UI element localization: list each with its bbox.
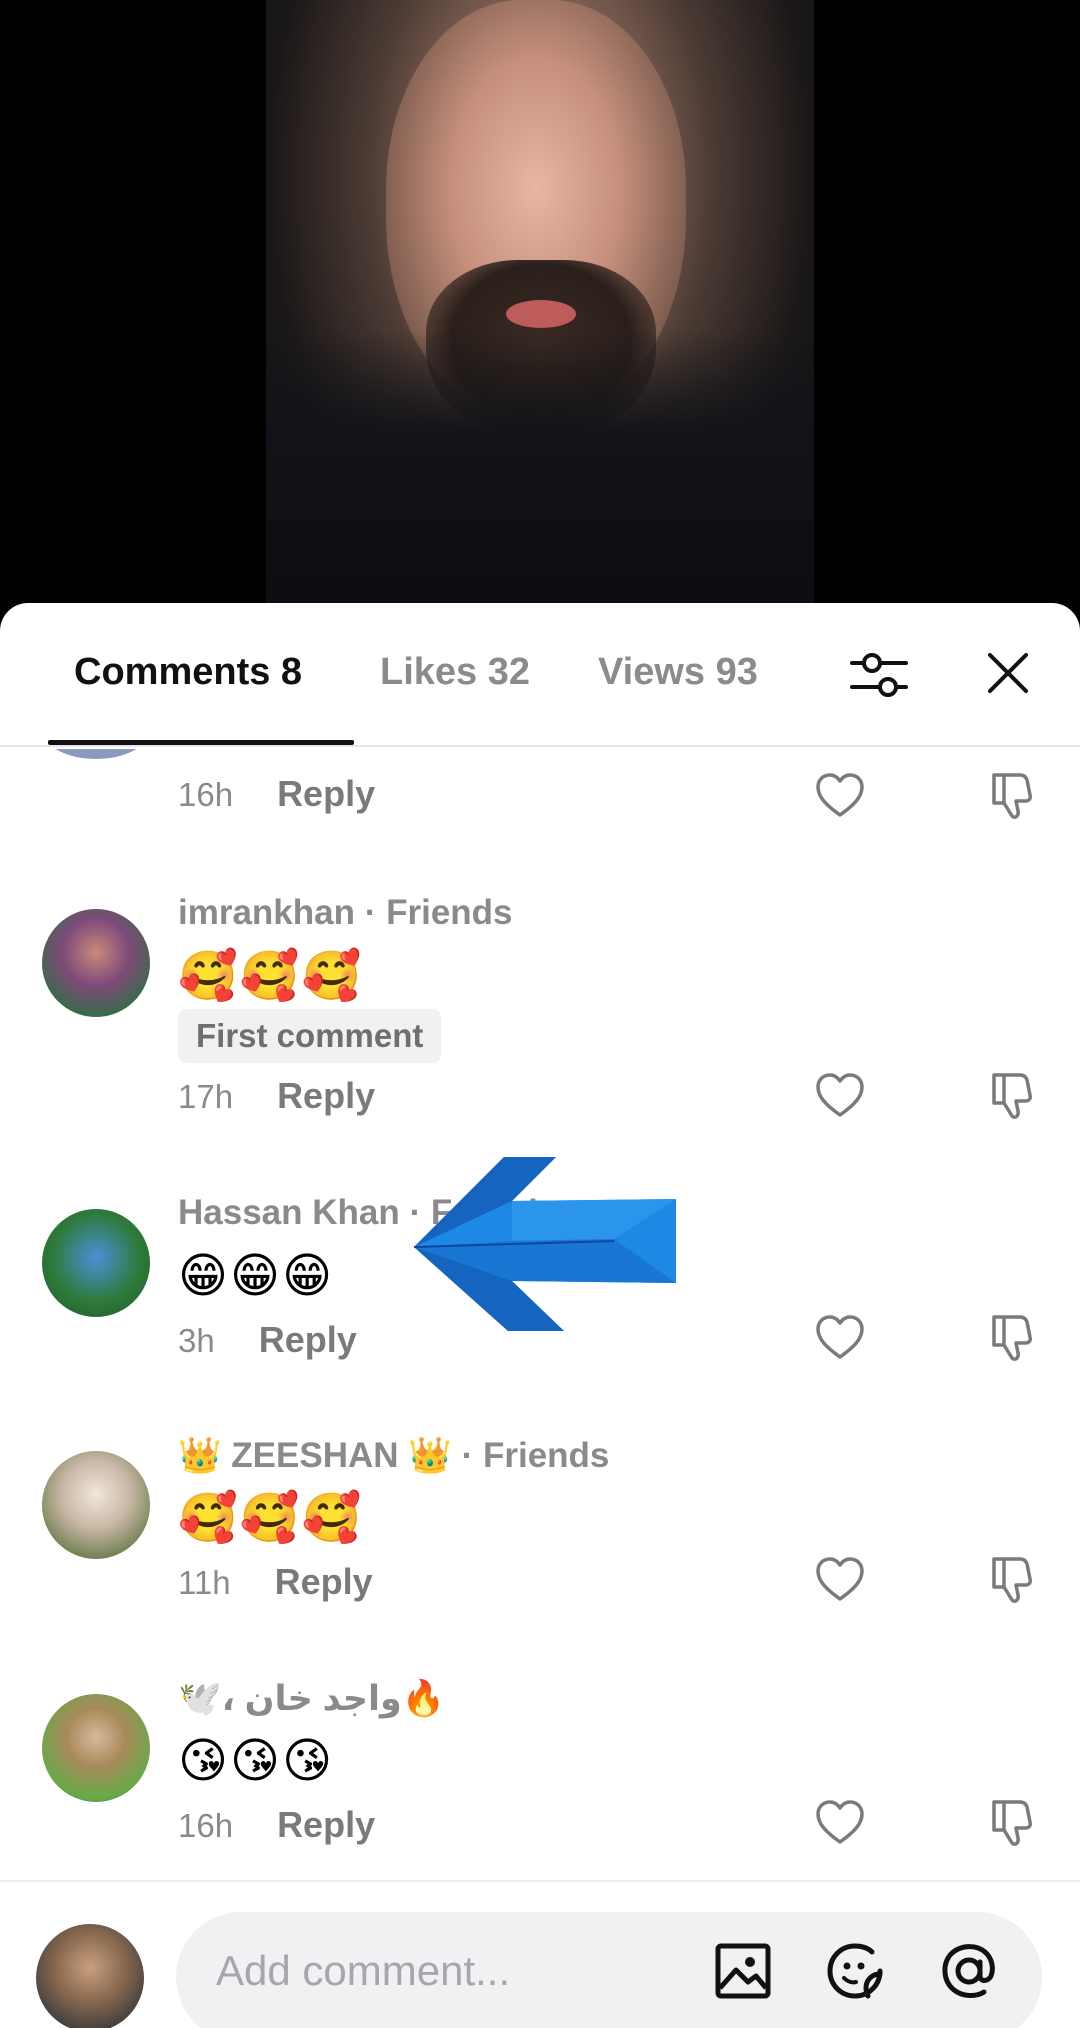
relation-label: · Friends	[364, 893, 513, 932]
comment-meta: 16h Reply	[178, 773, 375, 815]
heart-icon[interactable]	[814, 1313, 866, 1361]
video-shirt	[266, 330, 814, 620]
reply-button[interactable]: Reply	[277, 1804, 375, 1845]
username-text: 👑 ZEESHAN 👑	[178, 1436, 452, 1475]
comment-time: 16h	[178, 1807, 234, 1844]
image-icon[interactable]	[710, 1938, 776, 2004]
reply-button[interactable]: Reply	[275, 1561, 373, 1602]
reply-button[interactable]: Reply	[259, 1319, 357, 1360]
sticker-icon[interactable]	[822, 1938, 888, 2004]
comment-text: 😘😘😘	[178, 1735, 335, 1788]
comment-text: 😁😁😁	[178, 1250, 335, 1303]
dislike-icon[interactable]	[988, 771, 1040, 821]
comment-text: 🥰🥰🥰	[178, 1492, 364, 1545]
tab-likes[interactable]: Likes 32	[380, 651, 530, 694]
comment-meta: 17h Reply	[178, 1075, 375, 1117]
video-lips	[506, 300, 576, 328]
relation-label: · Friends	[461, 1436, 610, 1475]
reply-button[interactable]: Reply	[277, 773, 375, 814]
dislike-icon[interactable]	[988, 1555, 1040, 1605]
tab-views[interactable]: Views 93	[598, 651, 758, 694]
comment-time: 3h	[178, 1322, 215, 1359]
tab-bar: Comments 8 Likes 32 Views 93	[0, 603, 1080, 747]
comment-text: 🥰🥰🥰	[178, 950, 364, 1003]
comment-time: 17h	[178, 1078, 234, 1115]
first-comment-badge: First comment	[178, 1009, 442, 1063]
avatar[interactable]	[42, 1209, 150, 1317]
comment-username[interactable]: 🕊️، واجد خان🔥	[178, 1678, 445, 1719]
heart-icon[interactable]	[814, 1071, 866, 1119]
my-avatar	[36, 1924, 144, 2028]
close-icon[interactable]	[986, 651, 1030, 695]
heart-icon[interactable]	[814, 771, 866, 819]
comment-username[interactable]: imrankhan · Friends	[178, 893, 513, 933]
avatar[interactable]	[42, 909, 150, 1017]
heart-icon[interactable]	[814, 1555, 866, 1603]
video-frame	[266, 0, 814, 620]
mention-icon[interactable]	[936, 1938, 1002, 2004]
username-text: Hassan Khan	[178, 1193, 400, 1232]
tab-comments[interactable]: Comments 8	[74, 651, 302, 694]
avatar[interactable]	[42, 1451, 150, 1559]
comment-meta: 3h Reply	[178, 1319, 357, 1361]
comment-input-container[interactable]	[176, 1912, 1042, 2028]
comment-meta: 11h Reply	[178, 1561, 373, 1603]
username-text: imrankhan	[178, 893, 355, 932]
comment-time: 11h	[178, 1564, 231, 1601]
filter-icon[interactable]	[848, 647, 910, 703]
active-tab-indicator	[48, 740, 354, 745]
comment-meta: 16h Reply	[178, 1804, 375, 1846]
comment-input[interactable]	[216, 1936, 686, 2006]
comment-composer	[0, 1880, 1080, 2028]
comment-time: 16h	[178, 776, 234, 813]
dislike-icon[interactable]	[988, 1071, 1040, 1121]
dislike-icon[interactable]	[988, 1798, 1040, 1848]
heart-icon[interactable]	[814, 1798, 866, 1846]
reply-button[interactable]: Reply	[277, 1075, 375, 1116]
arrow-overlay-icon	[414, 1157, 676, 1331]
comment-username[interactable]: 👑 ZEESHAN 👑 · Friends	[178, 1435, 609, 1476]
avatar[interactable]	[42, 1694, 150, 1802]
dislike-icon[interactable]	[988, 1313, 1040, 1363]
video-player[interactable]	[0, 0, 1080, 620]
avatar[interactable]	[42, 749, 150, 759]
